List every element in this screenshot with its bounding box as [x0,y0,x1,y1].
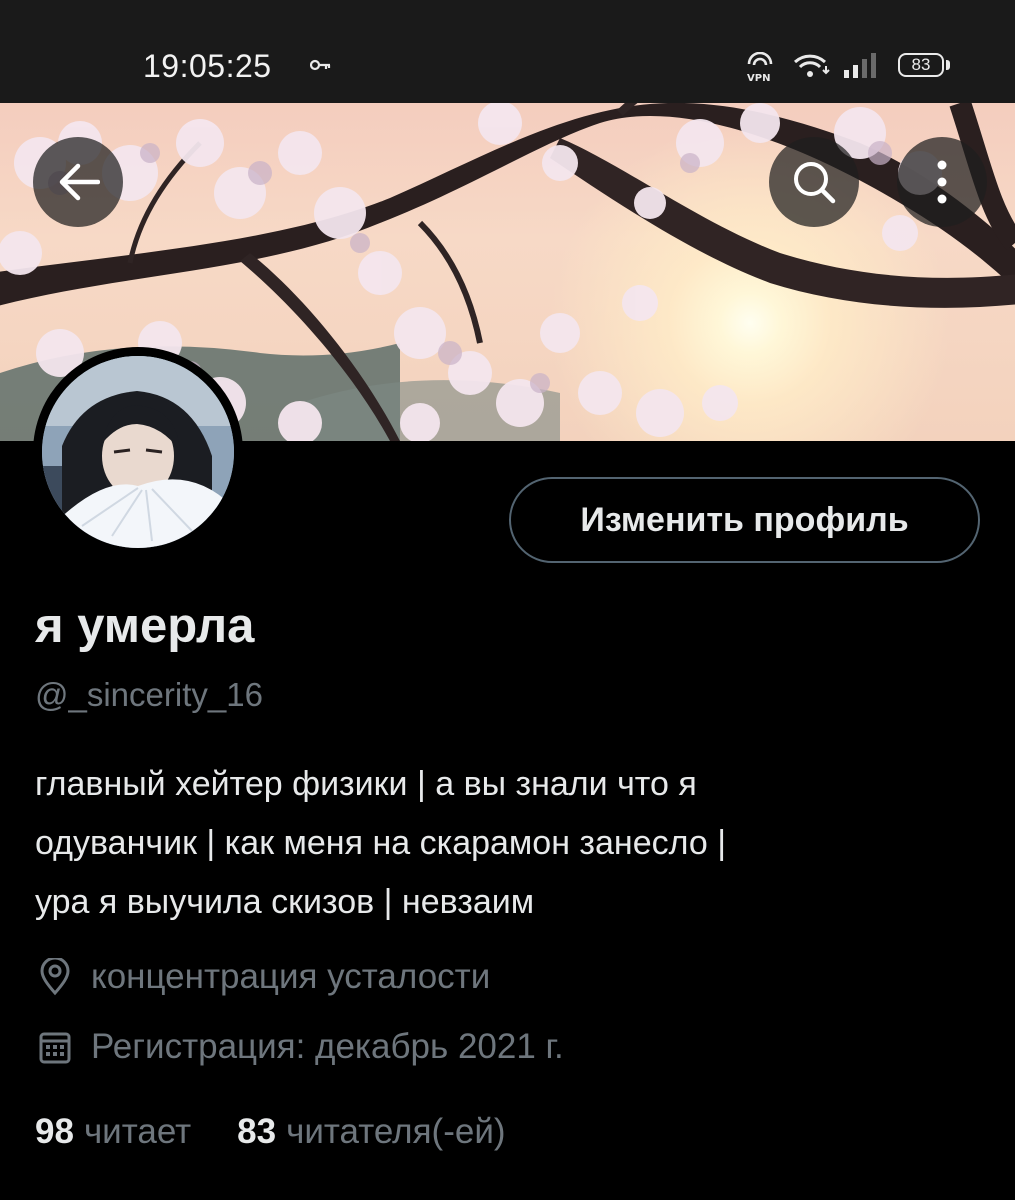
following-link[interactable]: 98 читает [35,1112,191,1152]
vpn-icon: VPN [745,51,775,87]
key-icon [309,58,332,77]
username-handle: @_sincerity_16 [35,676,263,713]
search-button[interactable] [769,137,859,227]
status-time: 19:05:25 [143,48,272,84]
wifi-icon [793,53,833,84]
bio-line: главный хейтер физики | а вы знали что я [35,765,697,803]
avatar-image [42,356,234,548]
bio-line: одуванчик | как меня на скарамон занесло… [35,824,727,862]
more-button[interactable] [897,137,987,227]
following-label: читает [83,1112,192,1151]
status-bar: 19:05:25 VPN 83 [0,0,1015,103]
arrow-left-icon [59,163,100,201]
back-button[interactable] [33,137,123,227]
bio: главный хейтер физики | а вы знали что я… [35,755,985,932]
followers-link[interactable]: 83 читателя(-ей) [237,1112,505,1152]
avatar[interactable] [33,347,243,557]
follow-stats: 98 читает 83 читателя(-ей) [35,1110,506,1154]
svg-text:VPN: VPN [747,73,770,82]
search-icon [794,162,836,204]
display-name: я умерла [35,599,255,653]
edit-profile-button[interactable]: Изменить профиль [509,477,980,563]
signal-icon [843,52,879,85]
followers-label: читателя(-ей) [286,1112,506,1151]
battery-icon: 83 [898,53,944,77]
following-count: 98 [35,1112,74,1151]
location-row: концентрация усталости [35,955,490,999]
calendar-icon [35,1027,75,1067]
joined-text: Регистрация: декабрь 2021 г. [91,1027,564,1066]
joined-row: Регистрация: декабрь 2021 г. [35,1025,564,1069]
more-vertical-icon [937,160,947,204]
bio-line: ура я выучила скизов | невзаим [35,883,535,921]
location-text: концентрация усталости [91,957,491,996]
followers-count: 83 [237,1112,277,1151]
location-pin-icon [35,957,75,997]
battery-tip [946,60,950,70]
